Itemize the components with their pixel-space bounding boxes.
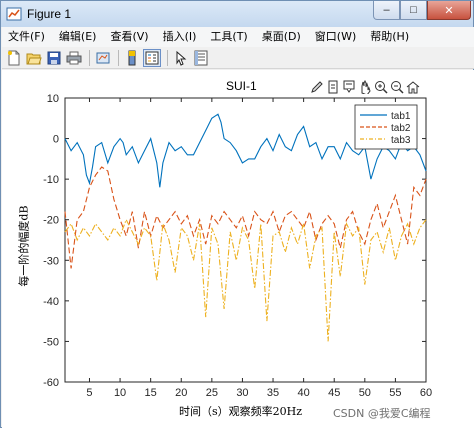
maximize-button[interactable]: □ xyxy=(400,1,427,20)
datatip-icon[interactable] xyxy=(341,79,356,94)
insert-colorbar-icon[interactable] xyxy=(123,49,141,67)
home-icon[interactable] xyxy=(405,79,420,94)
zoom-out-icon[interactable] xyxy=(389,79,404,94)
toolbar-separator xyxy=(118,49,119,66)
window-title: Figure 1 xyxy=(27,7,72,21)
menu-window[interactable]: 窗口(W) xyxy=(308,27,363,47)
edit-plot-icon[interactable] xyxy=(172,49,190,67)
y-axis-label: 每一阶的幅度dB xyxy=(18,205,31,287)
print-icon[interactable] xyxy=(65,49,83,67)
title-bar[interactable]: Figure 1 – □ ✕ xyxy=(1,1,473,27)
toolbar-separator xyxy=(89,49,90,66)
figure-toolbar xyxy=(2,47,474,69)
figure-canvas[interactable] xyxy=(2,70,474,428)
zoom-in-icon[interactable] xyxy=(373,79,388,94)
link-plot-icon[interactable] xyxy=(94,49,112,67)
plot-title: SUI-1 xyxy=(226,79,257,93)
menu-help[interactable]: 帮助(H) xyxy=(363,27,416,47)
close-button[interactable]: ✕ xyxy=(427,1,471,20)
figure-window: Figure 1 – □ ✕ 文件(F) 编辑(E) 查看(V) 插入(I) 工… xyxy=(0,0,474,428)
menu-desktop[interactable]: 桌面(D) xyxy=(255,27,308,47)
pan-icon[interactable] xyxy=(357,79,372,94)
toolbar-separator xyxy=(167,49,168,66)
menu-insert[interactable]: 插入(I) xyxy=(156,27,204,47)
matlab-figure-icon xyxy=(6,6,22,22)
axes-toolbar xyxy=(309,79,421,94)
watermark: CSDN @我爱C编程 xyxy=(333,407,431,420)
x-axis-label: 时间（s）观察频率20Hz xyxy=(179,405,303,418)
export-icon[interactable] xyxy=(325,79,340,94)
menu-edit[interactable]: 编辑(E) xyxy=(52,27,104,47)
menu-view[interactable]: 查看(V) xyxy=(103,27,155,47)
menu-bar: 文件(F) 编辑(E) 查看(V) 插入(I) 工具(T) 桌面(D) 窗口(W… xyxy=(2,27,474,47)
property-inspector-icon[interactable] xyxy=(192,49,210,67)
insert-legend-icon[interactable] xyxy=(143,48,161,67)
minimize-button[interactable]: – xyxy=(373,1,400,20)
new-figure-icon[interactable] xyxy=(5,49,23,67)
brush-icon[interactable] xyxy=(309,79,324,94)
save-icon[interactable] xyxy=(45,49,63,67)
menu-tools[interactable]: 工具(T) xyxy=(203,27,254,47)
menu-file[interactable]: 文件(F) xyxy=(2,27,52,47)
y-axis-label-container: 每一阶的幅度dB xyxy=(9,166,39,326)
window-controls: – □ ✕ xyxy=(373,1,471,20)
open-file-icon[interactable] xyxy=(25,49,43,67)
